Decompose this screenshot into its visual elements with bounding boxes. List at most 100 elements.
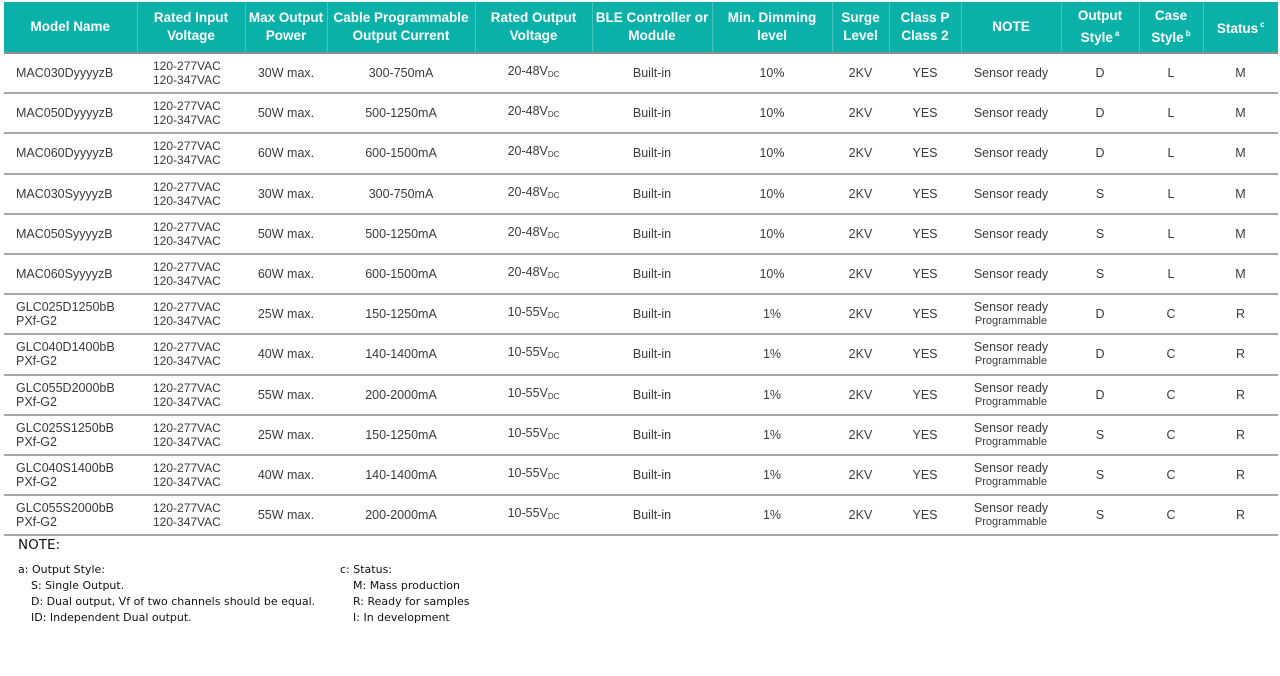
dimming-text: 10% xyxy=(759,146,785,161)
header-label: Min. Dimming level xyxy=(727,10,817,43)
dimming-text: 1% xyxy=(762,467,782,482)
input-voltage-text: 120-277VAC xyxy=(153,300,221,315)
output-voltage-unit: DC xyxy=(547,351,560,361)
cell-output-style: S xyxy=(1061,173,1139,215)
note-text: Sensor ready xyxy=(973,186,1049,201)
note-text: Sensor ready xyxy=(973,340,1049,355)
output-current-text: 600-1500mA xyxy=(365,267,437,282)
output-voltage-unit: DC xyxy=(547,70,560,80)
cell-ble: Built-in xyxy=(592,93,712,135)
surge-text: 2KV xyxy=(848,307,873,322)
output-current-text: 150-1250mA xyxy=(365,307,437,322)
dimming-text: 10% xyxy=(759,66,785,81)
output-style-text: D xyxy=(1095,387,1105,402)
status-text: M xyxy=(1235,186,1246,201)
output-style-text: S xyxy=(1095,226,1105,241)
cell-input-voltage: 120-277VAC 120-347VAC xyxy=(137,133,245,175)
case-style-text: C xyxy=(1166,307,1176,322)
input-voltage-text: 120-277VAC xyxy=(153,460,221,475)
output-style-text: D xyxy=(1095,106,1105,121)
cell-surge: 2KV xyxy=(832,213,889,255)
surge-text: 2KV xyxy=(848,508,873,523)
cell-input-voltage: 120-277VAC 120-347VAC xyxy=(137,173,245,215)
header-note: NOTE xyxy=(961,2,1062,53)
cell-max-power: 60W max. xyxy=(245,253,327,296)
status-item: R: Ready for samples xyxy=(353,595,470,608)
dimming-text: 1% xyxy=(762,347,782,362)
dimming-text: 1% xyxy=(762,307,782,322)
note-text: Sensor ready xyxy=(973,460,1049,475)
cell-output-current: 600-1500mA xyxy=(327,253,475,296)
model-name-text: PXf-G2 xyxy=(16,354,57,369)
cell-input-voltage: 120-277VAC 120-347VAC xyxy=(137,374,245,416)
class-text: YES xyxy=(912,186,938,201)
cell-output-voltage: 20-48VDC xyxy=(475,53,592,95)
cell-dimming: 1% xyxy=(712,334,832,376)
cell-max-power: 55W max. xyxy=(245,374,327,416)
cell-case-style: L xyxy=(1139,213,1203,255)
table-row: GLC040S1400bB PXf-G2 120-277VAC 120-347VAC 4… xyxy=(4,454,1278,497)
output-current-text: 500-1250mA xyxy=(365,226,437,241)
cell-status: R xyxy=(1203,495,1278,537)
ble-text: Built-in xyxy=(632,106,672,121)
cell-dimming: 1% xyxy=(712,454,832,497)
output-current-text: 140-1400mA xyxy=(365,467,437,482)
cell-output-style: S xyxy=(1061,495,1139,537)
cell-note: Sensor ready Programmable xyxy=(961,294,1061,336)
cell-class: YES xyxy=(889,173,961,215)
max-power-text: 50W max. xyxy=(257,226,315,241)
cell-output-current: 600-1500mA xyxy=(327,133,475,175)
cell-output-voltage: 20-48VDC xyxy=(475,213,592,255)
input-voltage-text: 120-277VAC xyxy=(153,59,221,74)
cell-status: M xyxy=(1203,213,1278,255)
product-table: Model Name Rated Input Voltage Max Output … xyxy=(4,2,1278,537)
cell-note: Sensor ready Programmable xyxy=(961,334,1061,376)
case-style-text: L xyxy=(1167,66,1175,81)
header-label: Status xyxy=(1216,21,1259,36)
cell-ble: Built-in xyxy=(592,294,712,336)
model-name-text: MAC030SyyyyzB xyxy=(16,186,113,201)
cell-dimming: 1% xyxy=(712,294,832,336)
model-name-text: GLC040D1400bB xyxy=(16,340,115,355)
output-current-text: 600-1500mA xyxy=(365,146,437,161)
cell-case-style: L xyxy=(1139,93,1203,135)
dimming-text: 1% xyxy=(762,427,782,442)
status-text: M xyxy=(1235,146,1246,161)
cell-note: Sensor ready Programmable xyxy=(961,454,1061,497)
status-item: M: Mass production xyxy=(353,579,460,592)
cell-class: YES xyxy=(889,334,961,376)
cell-dimming: 10% xyxy=(712,213,832,255)
cell-output-voltage: 10-55VDC xyxy=(475,414,592,456)
note-subtext: Programmable xyxy=(974,516,1048,529)
cell-ble: Built-in xyxy=(592,253,712,296)
note-text: Sensor ready xyxy=(973,146,1049,161)
status-text: M xyxy=(1235,226,1246,241)
model-name-text: GLC025S1250bB xyxy=(16,420,114,435)
cell-max-power: 40W max. xyxy=(245,454,327,497)
note-text: Sensor ready xyxy=(973,300,1049,315)
output-voltage-text: 20-48V xyxy=(507,265,548,280)
cell-ble: Built-in xyxy=(592,213,712,255)
cell-status: M xyxy=(1203,253,1278,296)
input-voltage-text: 120-277VAC xyxy=(153,260,221,275)
cell-model-name: MAC030DyyyyzB xyxy=(4,53,137,95)
output-style-text: D xyxy=(1095,347,1105,362)
class-text: YES xyxy=(912,146,938,161)
header-case-style: Case Style b xyxy=(1139,2,1204,53)
header-label: Case Style xyxy=(1151,8,1188,45)
output-style-text: S xyxy=(1095,508,1105,523)
cell-output-style: D xyxy=(1061,93,1139,135)
surge-text: 2KV xyxy=(848,66,873,81)
output-current-text: 200-2000mA xyxy=(365,387,437,402)
note-subtext: Programmable xyxy=(974,475,1048,488)
cell-case-style: L xyxy=(1139,173,1203,215)
cell-output-current: 150-1250mA xyxy=(327,294,475,336)
status-text: R xyxy=(1235,467,1246,482)
status-title: c: Status: xyxy=(340,563,393,576)
header-label: Rated Output Voltage xyxy=(490,10,577,43)
cell-class: YES xyxy=(889,414,961,456)
header-rated-input-voltage: Rated Input Voltage xyxy=(137,2,246,53)
ble-text: Built-in xyxy=(632,186,672,201)
status-text: R xyxy=(1235,347,1246,362)
dimming-text: 10% xyxy=(759,226,785,241)
